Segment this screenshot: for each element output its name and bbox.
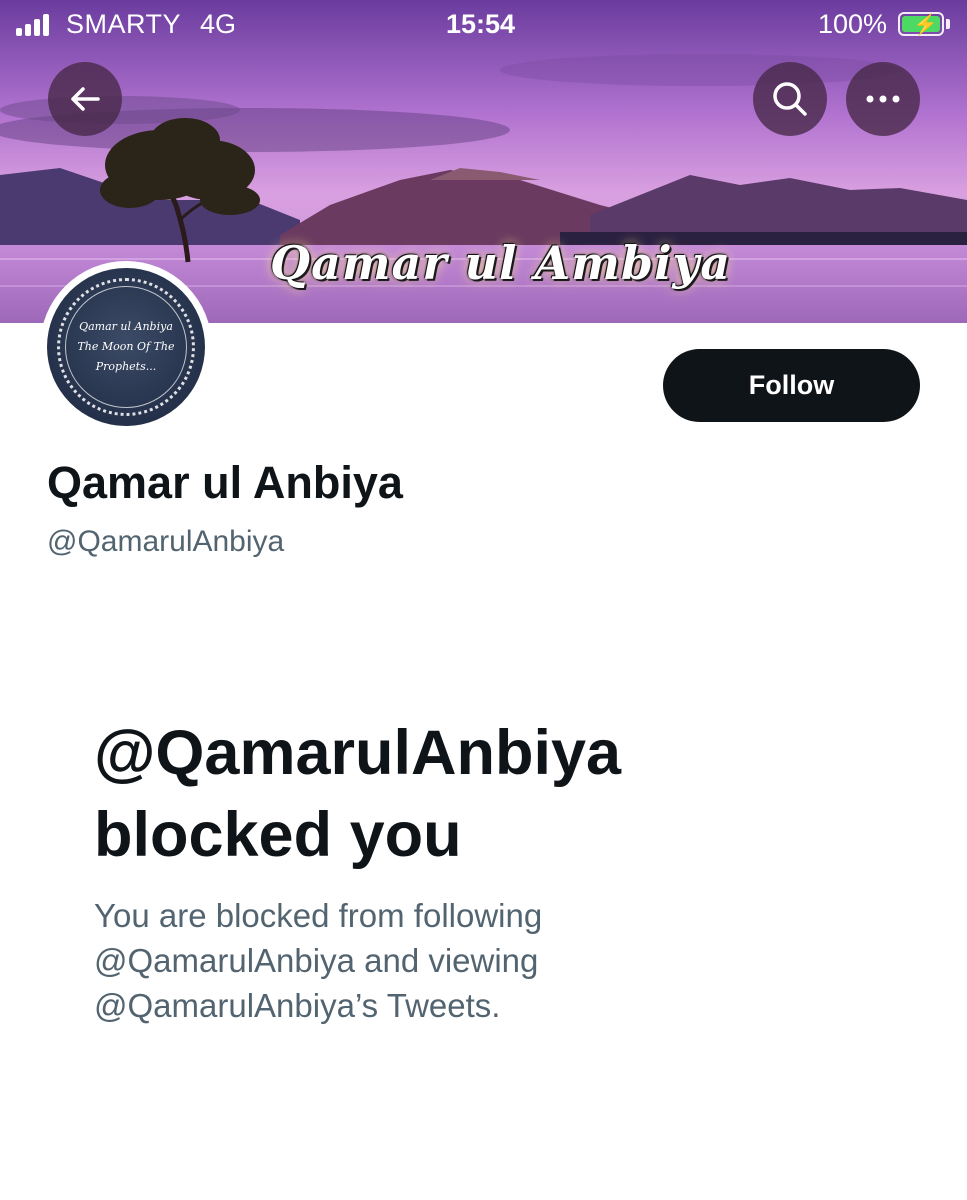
carrier-name: SMARTY <box>66 9 182 39</box>
banner-title-text: Qamar ul Ambiya <box>270 236 732 290</box>
blocked-heading: @QamarulAnbiya blocked you <box>94 712 914 876</box>
back-button[interactable] <box>48 62 122 136</box>
battery-percentage: 100% <box>818 9 888 39</box>
blocked-heading-line2: blocked you <box>94 800 462 870</box>
avatar-text-line1: Qamar ul Anbiya <box>79 320 173 333</box>
profile-handle: @QamarulAnbiya <box>47 525 285 558</box>
battery-icon: ⚡ <box>898 12 944 36</box>
arrow-left-icon <box>71 87 100 111</box>
search-button[interactable] <box>753 62 827 136</box>
avatar-text-line2: The Moon Of The <box>77 340 175 353</box>
profile-display-name: Qamar ul Anbiya <box>47 457 403 508</box>
status-bar: SMARTY 4G 15:54 100% ⚡ <box>0 0 967 50</box>
blocked-description-line1: You are blocked from following <box>94 897 543 934</box>
avatar-text-line3: Prophets... <box>95 360 157 373</box>
blocked-description-line3: @QamarulAnbiya’s Tweets. <box>94 987 501 1024</box>
more-options-button[interactable] <box>846 62 920 136</box>
more-horizontal-icon <box>866 95 900 103</box>
cellular-signal-icon <box>16 14 56 36</box>
search-icon <box>773 82 807 116</box>
avatar-image: Qamar ul Anbiya The Moon Of The Prophets… <box>47 268 205 426</box>
battery-tip <box>946 19 950 29</box>
network-type: 4G <box>200 9 237 39</box>
blocked-description-line2: @QamarulAnbiya and viewing <box>94 942 539 979</box>
blocked-description: You are blocked from following @QamarulA… <box>94 893 874 1028</box>
status-time: 15:54 <box>446 9 516 39</box>
follow-button[interactable]: Follow <box>663 349 920 422</box>
charging-bolt-icon: ⚡ <box>913 14 938 36</box>
blocked-heading-line1: @QamarulAnbiya <box>94 718 622 788</box>
profile-avatar[interactable]: Qamar ul Anbiya The Moon Of The Prophets… <box>40 261 212 433</box>
